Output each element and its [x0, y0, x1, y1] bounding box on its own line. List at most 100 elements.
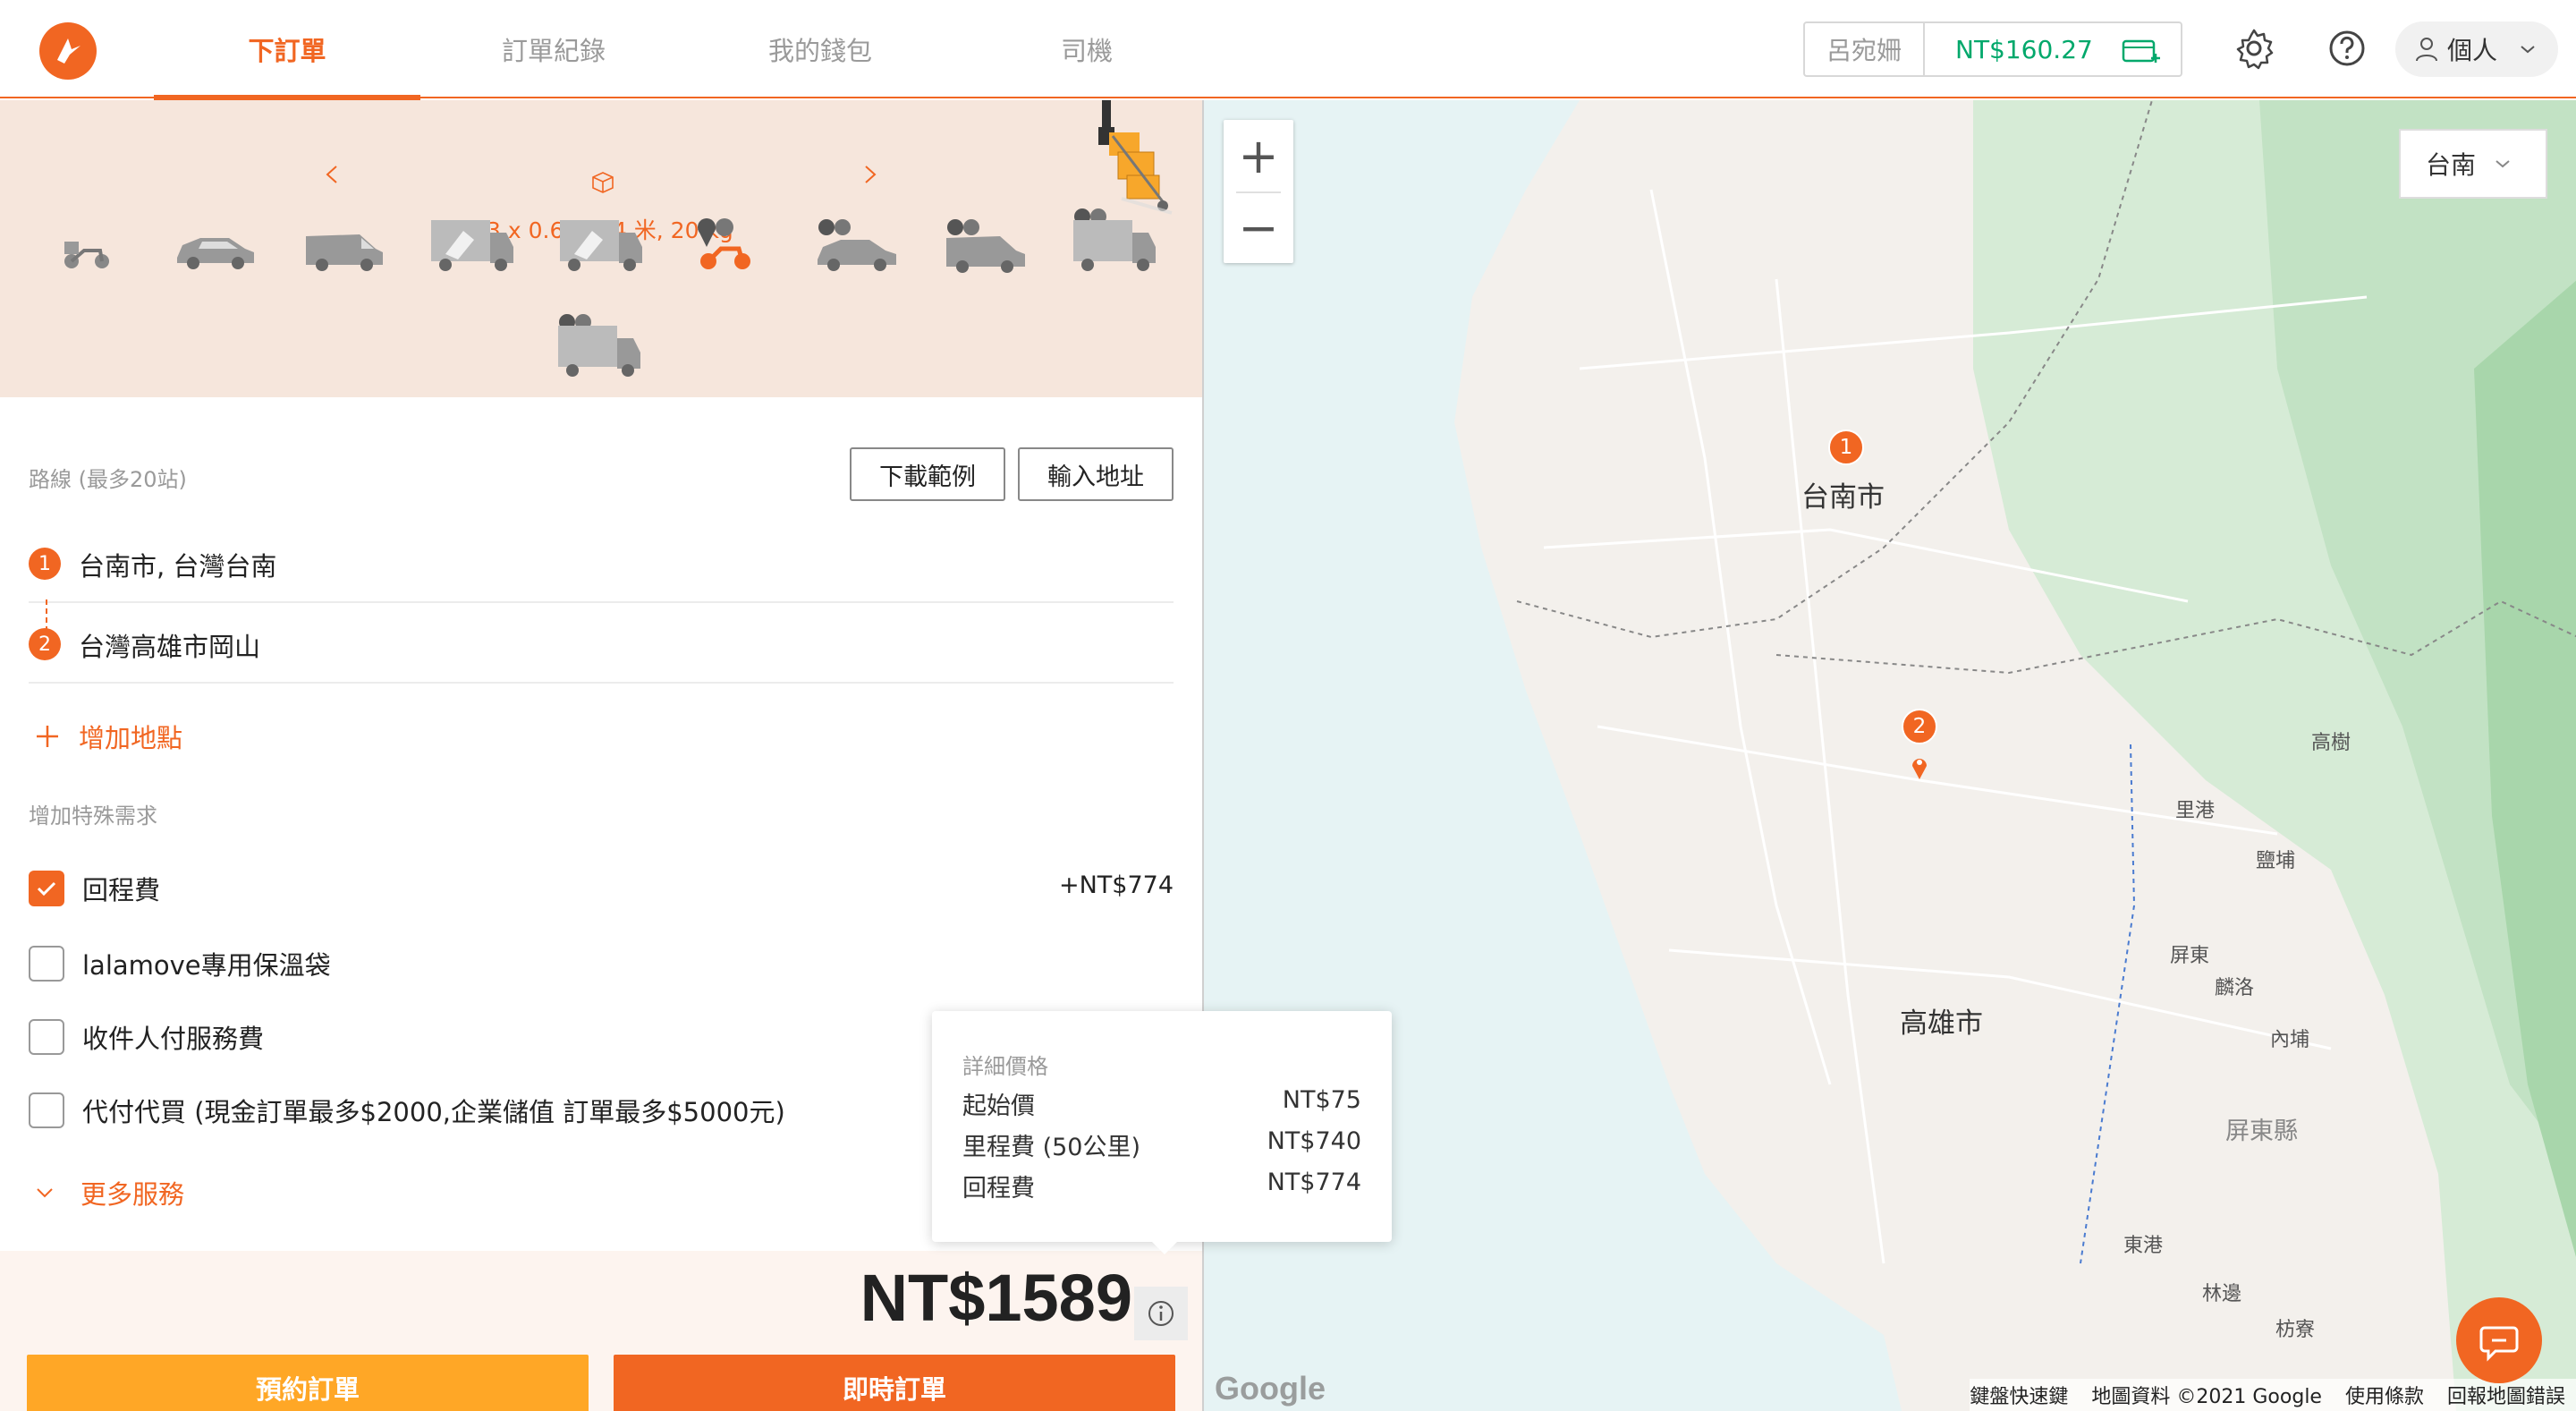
- checkbox[interactable]: [29, 1019, 64, 1055]
- chevron-right-icon[interactable]: [857, 161, 884, 188]
- stop-number-badge: 1: [29, 548, 61, 580]
- map-marker-1[interactable]: 1: [1828, 429, 1864, 465]
- stop-number-badge: 2: [29, 628, 61, 660]
- vehicle-small-truck[interactable]: [428, 213, 517, 276]
- zoom-divider: [1236, 191, 1281, 193]
- option-price: +NT$774: [1058, 871, 1174, 899]
- gear-icon[interactable]: [2233, 27, 2275, 70]
- checkbox-checked[interactable]: [29, 871, 64, 906]
- chat-icon: [2479, 1326, 2519, 1362]
- lalamove-logo-icon[interactable]: [39, 22, 97, 80]
- chat-support-button[interactable]: [2456, 1297, 2542, 1383]
- add-stop-label: 增加地點: [79, 723, 183, 753]
- city-select[interactable]: 台南: [2399, 129, 2547, 199]
- price-row: 起始價 NT$75: [962, 1086, 1361, 1121]
- stop-address[interactable]: 台灣高雄市岡山: [79, 626, 260, 664]
- map-data-text: 地圖資料 ©2021 Google: [2091, 1386, 2322, 1408]
- chevron-down-icon: [2521, 46, 2535, 54]
- vehicle-truck[interactable]: [556, 213, 646, 276]
- user-icon: [2416, 38, 2437, 62]
- option-label: 收件人付服務費: [82, 1024, 265, 1054]
- price-row-value: NT$774: [1267, 1169, 1361, 1196]
- option-return-fee[interactable]: 回程費: [29, 870, 160, 907]
- box-icon: [592, 172, 614, 193]
- option-label: lalamove專用保溫袋: [82, 950, 331, 981]
- city-select-value: 台南: [2426, 150, 2477, 180]
- order-now-button[interactable]: 即時訂單: [614, 1355, 1175, 1411]
- price-row-value: NT$740: [1267, 1127, 1361, 1155]
- price-detail-popup: 詳細價格 起始價 NT$75 里程費 (50公里) NT$740 回程費 NT$…: [932, 1011, 1392, 1254]
- tab-driver[interactable]: 司機: [953, 0, 1220, 98]
- input-address-button[interactable]: 輸入地址: [1018, 447, 1174, 501]
- checkbox[interactable]: [29, 1092, 64, 1128]
- profile-dropdown[interactable]: 個人: [2395, 21, 2558, 77]
- map-place-label: 麟洛: [2215, 977, 2255, 999]
- wallet-balance-value: NT$160.27: [1955, 34, 2093, 64]
- map-place-label: 鹽埔: [2256, 850, 2296, 872]
- vehicle-truck-large-express[interactable]: [555, 311, 644, 381]
- price-row-label: 起始價: [962, 1092, 1035, 1120]
- keyboard-shortcuts-link[interactable]: 鍵盤快速鍵: [1970, 1381, 2068, 1409]
- account-wallet-box[interactable]: 呂宛姍 NT$160.27: [1803, 21, 2182, 77]
- download-example-button[interactable]: 下載範例: [850, 447, 1005, 501]
- price-info-button[interactable]: [1134, 1287, 1188, 1340]
- map-view[interactable]: + − 台南 台南市 高雄市 屏東縣 高樹 里港 鹽埔 屏東 麟洛 內埔 東港 …: [1202, 100, 2576, 1411]
- help-icon[interactable]: [2326, 27, 2368, 70]
- map-place-label: 枋寮: [2275, 1319, 2316, 1341]
- route-stop-1[interactable]: 1 台南市, 台灣台南: [29, 523, 1174, 603]
- schedule-order-button[interactable]: 預約訂單: [27, 1355, 589, 1411]
- option-recipient-pays[interactable]: 收件人付服務費: [29, 1018, 264, 1056]
- terms-link[interactable]: 使用條款: [2345, 1381, 2424, 1409]
- map-zoom-controls: + −: [1224, 120, 1293, 263]
- order-footer: NT$1589 預約訂單 即時訂單: [0, 1251, 1202, 1411]
- map-place-label: 高樹: [2311, 732, 2351, 754]
- stop-address[interactable]: 台南市, 台灣台南: [79, 546, 276, 583]
- tab-place-order[interactable]: 下訂單: [154, 0, 420, 100]
- option-label: 回程費: [82, 875, 161, 905]
- wallet-balance: NT$160.27: [1925, 23, 2181, 75]
- google-logo: Google: [1215, 1370, 1326, 1407]
- delivery-person-illustration: [1098, 100, 1173, 215]
- wallet-topup-icon[interactable]: [2122, 38, 2161, 64]
- chevron-down-icon: [37, 1188, 53, 1198]
- map-place-label: 內埔: [2270, 1029, 2310, 1051]
- vehicle-motorcycle-selected[interactable]: [692, 215, 757, 276]
- tab-order-history[interactable]: 訂單紀錄: [420, 0, 687, 98]
- map-place-label: 東港: [2123, 1235, 2164, 1257]
- vehicle-car[interactable]: [174, 227, 258, 274]
- top-header: 下訂單 訂單紀錄 我的錢包 司機 呂宛姍 NT$160.27 個人: [0, 0, 2576, 100]
- checkbox[interactable]: [29, 946, 64, 982]
- vehicle-van[interactable]: [302, 225, 386, 276]
- zoom-in-button[interactable]: +: [1224, 120, 1293, 191]
- map-county-label: 屏東縣: [2225, 1118, 2298, 1145]
- map-place-label: 屏東: [2170, 945, 2210, 967]
- vehicle-motorcycle[interactable]: [59, 225, 114, 272]
- chevron-left-icon[interactable]: [318, 161, 345, 188]
- special-requests-label: 增加特殊需求: [29, 803, 157, 829]
- total-price: NT$1589: [860, 1261, 1132, 1335]
- tab-my-wallet[interactable]: 我的錢包: [687, 0, 953, 98]
- price-row-label: 里程費 (50公里): [962, 1134, 1141, 1161]
- vehicle-truck-express[interactable]: [1070, 206, 1159, 276]
- report-error-link[interactable]: 回報地圖錯誤: [2447, 1381, 2565, 1409]
- map-attribution: 鍵盤快速鍵 地圖資料 ©2021 Google 使用條款 回報地圖錯誤: [1970, 1379, 2576, 1411]
- more-services-label: 更多服務: [80, 1179, 185, 1210]
- map-pin-icon: [1912, 759, 1927, 779]
- option-thermal-bag[interactable]: lalamove專用保溫袋: [29, 945, 331, 982]
- zoom-out-button[interactable]: −: [1224, 191, 1293, 263]
- plus-icon: [37, 726, 58, 747]
- price-row: 回程費 NT$774: [962, 1169, 1361, 1203]
- map-terrain: [1454, 100, 2576, 1411]
- route-stop-2[interactable]: 2 台灣高雄市岡山: [29, 603, 1174, 684]
- more-services-toggle[interactable]: 更多服務: [34, 1174, 184, 1211]
- price-row-value: NT$75: [1282, 1086, 1361, 1114]
- map-marker-2[interactable]: 2: [1902, 709, 1937, 744]
- option-purchase-service[interactable]: 代付代買 (現金訂單最多$2000,企業儲值 訂單最多$5000元): [29, 1092, 785, 1129]
- vehicle-car-express[interactable]: [814, 217, 900, 276]
- info-icon: [1148, 1301, 1174, 1326]
- option-label: 代付代買 (現金訂單最多$2000,企業儲值 訂單最多$5000元): [82, 1097, 785, 1127]
- map-city-label: 台南市: [1801, 481, 1885, 514]
- add-stop-button[interactable]: 增加地點: [34, 718, 182, 755]
- vehicle-van-express[interactable]: [943, 217, 1029, 276]
- chevron-down-icon: [2496, 160, 2510, 168]
